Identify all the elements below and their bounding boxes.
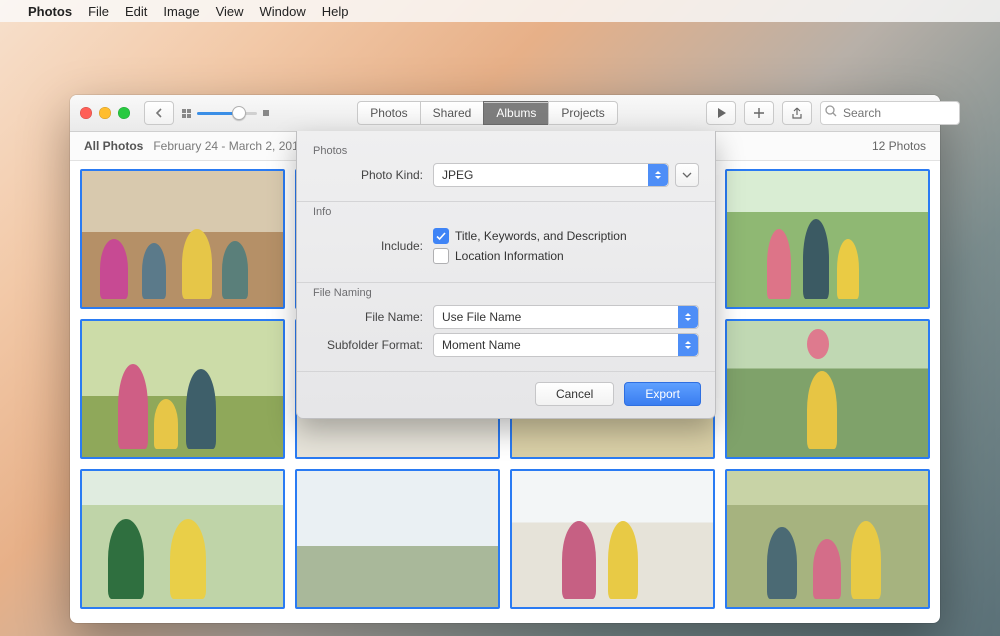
tab-projects[interactable]: Projects: [548, 101, 617, 125]
photo-thumbnail[interactable]: [725, 469, 930, 609]
menu-edit[interactable]: Edit: [125, 4, 147, 19]
subfolder-label: Subfolder Format:: [313, 338, 433, 352]
app-menu[interactable]: Photos: [28, 4, 72, 19]
traffic-lights: [80, 107, 130, 119]
photo-thumbnail[interactable]: [510, 469, 715, 609]
include-title-label: Title, Keywords, and Description: [455, 229, 627, 243]
menu-file[interactable]: File: [88, 4, 109, 19]
search-field[interactable]: [820, 101, 930, 125]
tab-photos[interactable]: Photos: [357, 101, 420, 125]
section-head-info: Info: [313, 206, 699, 218]
plus-icon: [754, 108, 764, 118]
menu-window[interactable]: Window: [260, 4, 306, 19]
menu-image[interactable]: Image: [163, 4, 199, 19]
minimize-window-button[interactable]: [99, 107, 111, 119]
add-button[interactable]: [744, 101, 774, 125]
cancel-button[interactable]: Cancel: [535, 382, 614, 406]
export-button[interactable]: Export: [624, 382, 701, 406]
date-range: February 24 - March 2, 2015: [153, 139, 305, 153]
view-tabs: Photos Shared Albums Projects: [357, 101, 617, 125]
photo-kind-label: Photo Kind:: [313, 168, 433, 182]
export-sheet: Photos Photo Kind: JPEG Info Include:: [296, 131, 716, 419]
file-name-select[interactable]: Use File Name: [433, 305, 699, 329]
more-options-button[interactable]: [675, 163, 699, 187]
search-input[interactable]: [820, 101, 960, 125]
photo-count: 12 Photos: [872, 139, 926, 153]
include-location-label: Location Information: [455, 249, 564, 263]
search-icon: [825, 105, 838, 118]
zoom-slider[interactable]: [182, 109, 269, 118]
back-button[interactable]: [144, 101, 174, 125]
window-toolbar: Photos Shared Albums Projects: [70, 95, 940, 132]
section-head-naming: File Naming: [313, 287, 699, 299]
section-head-photos: Photos: [313, 145, 699, 157]
photo-thumbnail[interactable]: [80, 169, 285, 309]
photo-kind-value: JPEG: [442, 168, 473, 182]
fullscreen-window-button[interactable]: [118, 107, 130, 119]
file-name-label: File Name:: [313, 310, 433, 324]
album-title: All Photos: [84, 139, 143, 153]
include-label: Include:: [313, 239, 433, 253]
thumbnails-small-icon: [182, 109, 191, 118]
file-name-value: Use File Name: [442, 310, 521, 324]
menu-bar: Photos File Edit Image View Window Help: [0, 0, 1000, 22]
include-location-checkbox[interactable]: [433, 248, 449, 264]
include-title-checkbox[interactable]: [433, 228, 449, 244]
play-icon: [717, 108, 726, 118]
photo-thumbnail[interactable]: [80, 469, 285, 609]
photo-thumbnail[interactable]: [725, 319, 930, 459]
slideshow-button[interactable]: [706, 101, 736, 125]
chevron-left-icon: [155, 108, 163, 118]
menu-view[interactable]: View: [216, 4, 244, 19]
close-window-button[interactable]: [80, 107, 92, 119]
photo-kind-select[interactable]: JPEG: [433, 163, 669, 187]
photos-window: Photos Shared Albums Projects All Photos…: [70, 95, 940, 623]
subfolder-value: Moment Name: [442, 338, 521, 352]
photo-thumbnail[interactable]: [725, 169, 930, 309]
subfolder-select[interactable]: Moment Name: [433, 333, 699, 357]
caret-icon: [678, 334, 698, 356]
chevron-down-icon: [682, 172, 692, 178]
thumbnails-large-icon: [263, 110, 269, 116]
checkmark-icon: [436, 232, 446, 241]
share-icon: [791, 107, 803, 120]
caret-icon: [678, 306, 698, 328]
photo-thumbnail[interactable]: [80, 319, 285, 459]
tab-albums[interactable]: Albums: [483, 101, 549, 125]
tab-shared[interactable]: Shared: [420, 101, 485, 125]
share-button[interactable]: [782, 101, 812, 125]
photo-thumbnail[interactable]: [295, 469, 500, 609]
caret-icon: [648, 164, 668, 186]
menu-help[interactable]: Help: [322, 4, 349, 19]
